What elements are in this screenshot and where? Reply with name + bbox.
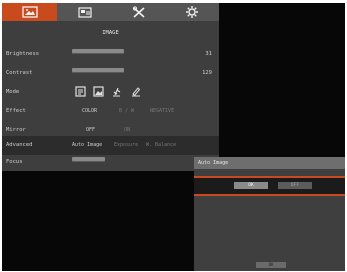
microscope-mode-icon[interactable] <box>111 86 122 97</box>
tools-tab-icon <box>132 5 145 18</box>
advanced-option-auto-image[interactable]: Auto Image <box>72 142 102 148</box>
dialog-title: Auto Image <box>198 160 229 166</box>
brightness-value: 31 <box>205 51 212 57</box>
settings-tab-icon <box>186 6 198 18</box>
tab-display[interactable] <box>57 3 112 21</box>
advanced-option-exposure[interactable]: Exposure <box>114 142 138 148</box>
display-tab-icon <box>77 6 92 18</box>
mirror-option-off[interactable]: OFF <box>86 127 95 133</box>
mode-row[interactable]: Mode <box>2 83 219 102</box>
tab-image[interactable] <box>2 3 57 21</box>
dialog-options-band: OK OFF <box>194 176 345 196</box>
photo-mode-icon[interactable] <box>93 86 104 97</box>
panel-title: IMAGE <box>102 30 119 36</box>
mirror-option-on[interactable]: ON <box>124 127 130 133</box>
advanced-option-white-balance[interactable]: W. Balance <box>146 142 176 148</box>
brightness-label: Brightness <box>6 51 40 57</box>
off-button[interactable]: OFF <box>278 182 312 189</box>
image-tab-icon <box>21 6 38 18</box>
ok-button[interactable]: OK <box>234 182 268 189</box>
focus-row[interactable]: Focus <box>2 153 219 172</box>
focus-label: Focus <box>6 159 23 165</box>
pen-mode-icon[interactable] <box>130 86 141 97</box>
mode-label: Mode <box>6 89 20 95</box>
dialog-confirm-button[interactable]: OK <box>256 262 286 268</box>
auto-image-dialog: Auto Image OK OFF OK <box>194 157 345 271</box>
mirror-label: Mirror <box>6 127 26 133</box>
contrast-row[interactable]: Contrast 129 <box>2 64 219 83</box>
screen: IMAGE Brightness 31 Contrast 129 Mode Ef… <box>2 3 345 271</box>
focus-slider[interactable] <box>72 157 105 162</box>
brightness-slider[interactable] <box>72 49 124 54</box>
tab-settings[interactable] <box>165 3 219 21</box>
brightness-row[interactable]: Brightness 31 <box>2 45 219 64</box>
tab-tools[interactable] <box>112 3 165 21</box>
tab-bar <box>2 3 219 21</box>
contrast-label: Contrast <box>6 70 33 76</box>
dialog-title-bar: Auto Image <box>194 157 345 169</box>
effect-option-negative[interactable]: NEGATIVE <box>150 108 174 114</box>
effect-option-bw[interactable]: B / W <box>119 108 134 114</box>
contrast-value: 129 <box>202 70 212 76</box>
effect-option-color[interactable]: COLOR <box>82 108 97 114</box>
effect-row[interactable]: Effect COLOR B / W NEGATIVE <box>2 102 219 121</box>
effect-label: Effect <box>6 108 26 114</box>
osd-menu: IMAGE Brightness 31 Contrast 129 Mode Ef… <box>2 3 219 171</box>
contrast-slider[interactable] <box>72 68 124 73</box>
document-mode-icon[interactable] <box>75 86 86 97</box>
advanced-label: Advanced <box>6 142 33 148</box>
